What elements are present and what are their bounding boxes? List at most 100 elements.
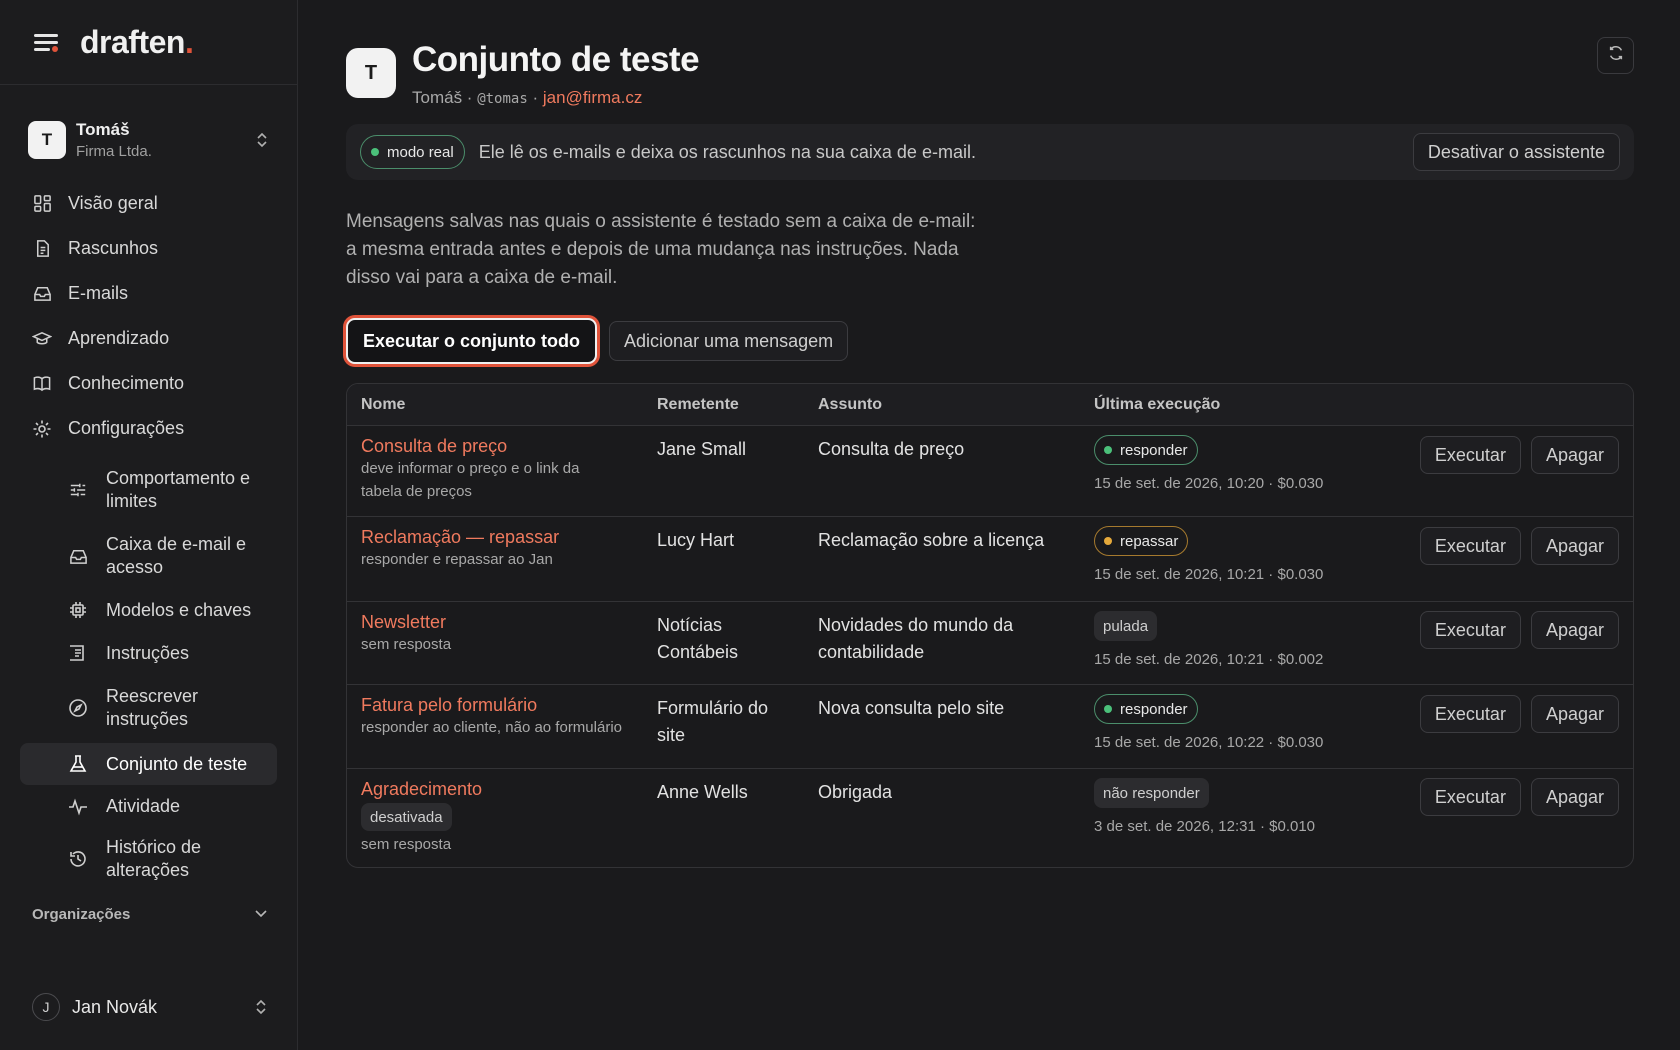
brand-logo[interactable]: draften. — [80, 23, 194, 61]
nav-learning-label: Aprendizado — [68, 328, 170, 348]
subject-cell: Reclamação sobre a licença — [818, 530, 1045, 550]
nav-knowledge[interactable]: Conhecimento — [20, 361, 277, 406]
list-icon — [68, 643, 88, 663]
test-name-link[interactable]: Fatura pelo formulário — [361, 695, 537, 716]
page-owner: Tomáš — [412, 88, 463, 107]
nav-settings-behavior[interactable]: Comportamento e limites — [20, 457, 277, 523]
inbox-icon — [32, 284, 52, 304]
run-button[interactable]: Executar — [1419, 527, 1521, 565]
nav-overview[interactable]: Visão geral — [20, 181, 277, 226]
col-subject: Assunto — [818, 395, 882, 413]
result-badge-label: responder — [1120, 441, 1188, 459]
brand-name: draften — [80, 23, 185, 60]
run-button[interactable]: Executar — [1419, 695, 1521, 733]
mode-badge-label: modo real — [387, 143, 454, 161]
delete-button[interactable]: Apagar — [1530, 778, 1619, 816]
user-menu[interactable]: J Jan Novák — [32, 993, 268, 1021]
subject-cell: Obrigada — [818, 782, 893, 802]
test-description: sem resposta — [361, 636, 452, 653]
organizations-label: Organizações — [32, 906, 131, 923]
table-row: Newsletter sem resposta Notícias Contábe… — [347, 602, 1633, 685]
run-button[interactable]: Executar — [1419, 778, 1521, 816]
result-badge-label: responder — [1120, 700, 1188, 718]
last-run-meta: 15 de set. de 2026, 10:20 · $0.030 — [1094, 475, 1324, 492]
meta-separator: · — [527, 88, 543, 107]
activity-icon — [68, 796, 88, 816]
row-actions: Executar Apagar — [1410, 695, 1619, 733]
account-switcher[interactable]: T Tomáš Firma Ltda. — [14, 107, 283, 173]
disable-assistant-button[interactable]: Desativar o assistente — [1412, 133, 1620, 171]
result-badge: responder — [1094, 435, 1198, 465]
test-description: responder e repassar ao Jan — [361, 551, 553, 568]
status-dot — [1104, 537, 1112, 545]
gear-icon — [32, 419, 52, 439]
meta-separator: · — [462, 88, 478, 107]
page-avatar: T — [346, 48, 396, 98]
nav-settings-rewrite[interactable]: Reescrever instruções — [20, 675, 277, 741]
nav-knowledge-label: Conhecimento — [68, 373, 185, 393]
table-header: Nome Remetente Assunto Última execução — [347, 384, 1633, 426]
account-name: Tomáš — [76, 120, 130, 139]
chevron-up-down-icon — [255, 132, 269, 149]
result-badge-label: pulada — [1103, 617, 1149, 635]
page-email-link[interactable]: jan@firma.cz — [543, 88, 642, 107]
nav-settings-activity-label: Atividade — [106, 795, 181, 816]
nav-settings-mailbox-label: Caixa de e-mail e acesso — [106, 534, 247, 577]
brand-dot: . — [184, 23, 194, 60]
status-dot — [371, 148, 379, 156]
nav-settings[interactable]: Configurações — [20, 406, 277, 451]
nav-emails[interactable]: E-mails — [20, 271, 277, 316]
nav-settings-history[interactable]: Histórico de alterações — [20, 827, 277, 891]
status-dot — [1104, 705, 1112, 713]
test-name-link[interactable]: Reclamação — repassar — [361, 527, 559, 548]
row-actions: Executar Apagar — [1410, 527, 1619, 565]
delete-button[interactable]: Apagar — [1530, 695, 1619, 733]
test-name-link[interactable]: Consulta de preço — [361, 436, 507, 457]
grid-icon — [32, 194, 52, 214]
inactive-badge: desativada — [361, 803, 452, 831]
compass-icon — [68, 698, 88, 718]
status-dot — [1104, 446, 1112, 454]
run-button[interactable]: Executar — [1419, 436, 1521, 474]
banner-text: Ele lê os e-mails e deixa os rascunhos n… — [478, 141, 976, 162]
nav-emails-label: E-mails — [68, 283, 129, 303]
nav-settings-mailbox[interactable]: Caixa de e-mail e acesso — [20, 523, 277, 589]
menu-icon[interactable] — [32, 30, 60, 54]
sidebar: draften. T Tomáš Firma Ltda. Visão geral… — [0, 0, 298, 1050]
run-all-button[interactable]: Executar o conjunto todo — [346, 318, 598, 364]
inbox-icon — [68, 546, 88, 566]
account-company: Firma Ltda. — [76, 143, 152, 160]
nav-learning[interactable]: Aprendizado — [20, 316, 277, 361]
delete-button[interactable]: Apagar — [1530, 611, 1619, 649]
test-name-link[interactable]: Agradecimento — [361, 779, 482, 800]
row-actions: Executar Apagar — [1410, 436, 1619, 474]
test-name-link[interactable]: Newsletter — [361, 612, 446, 633]
last-run-meta: 15 de set. de 2026, 10:21 · $0.002 — [1094, 651, 1324, 668]
nav-drafts-label: Rascunhos — [68, 238, 159, 258]
graduation-cap-icon — [32, 329, 52, 349]
book-icon — [32, 374, 52, 394]
table-row: Consulta de preço deve informar o preço … — [347, 426, 1633, 517]
subject-cell: Consulta de preço — [818, 439, 965, 459]
delete-button[interactable]: Apagar — [1530, 436, 1619, 474]
nav-settings-history-label: Histórico de alterações — [106, 837, 202, 880]
main-nav: Visão geral Rascunhos E-mails Aprendizad… — [0, 181, 297, 891]
result-badge: não responder — [1094, 778, 1209, 808]
result-badge: repassar — [1094, 526, 1189, 556]
nav-settings-test-set-label: Conjunto de teste — [106, 753, 248, 774]
nav-settings-instructions[interactable]: Instruções — [20, 631, 277, 675]
nav-settings-test-set[interactable]: Conjunto de teste — [20, 743, 277, 785]
sliders-icon — [68, 480, 88, 500]
user-avatar: J — [32, 993, 60, 1021]
run-button[interactable]: Executar — [1419, 611, 1521, 649]
nav-settings-models[interactable]: Modelos e chaves — [20, 589, 277, 631]
delete-button[interactable]: Apagar — [1530, 527, 1619, 565]
mode-badge: modo real — [360, 135, 465, 169]
chip-icon — [68, 600, 88, 620]
organizations-toggle[interactable]: Organizações — [32, 906, 268, 923]
nav-drafts[interactable]: Rascunhos — [20, 226, 277, 271]
nav-overview-label: Visão geral — [68, 193, 158, 213]
nav-settings-activity[interactable]: Atividade — [20, 785, 277, 827]
add-message-button[interactable]: Adicionar uma mensagem — [609, 321, 849, 361]
refresh-button[interactable] — [1597, 37, 1634, 74]
